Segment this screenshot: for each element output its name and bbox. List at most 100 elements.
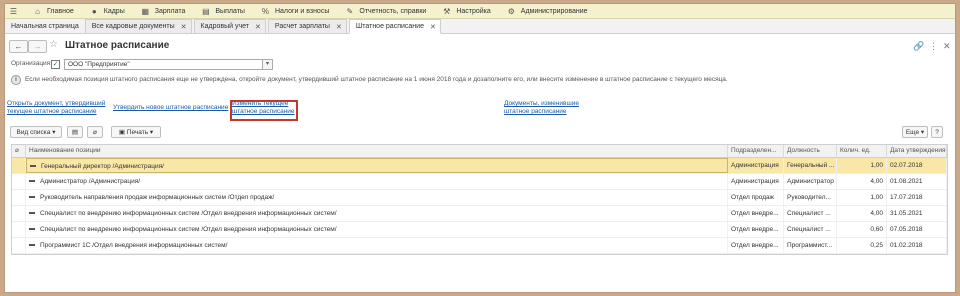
approve-new-schedule-link[interactable]: Утвердить новое штатное расписание [113, 104, 228, 112]
gear-icon: ⚙ [507, 6, 515, 16]
changing-docs-link[interactable]: Документы, изменившие штатное расписание [504, 100, 579, 116]
info-row: i Если необходимая позиция штатного расп… [5, 74, 955, 86]
chevron-down-icon[interactable]: ▾ [262, 59, 273, 70]
table-header: ⌀ Наименование позиции Подразделен... До… [12, 145, 947, 158]
more-vertical-icon[interactable]: ⋮ [929, 41, 938, 52]
tab-hr-accounting[interactable]: Кадровый учет ✕ [193, 19, 266, 33]
view-list-button[interactable]: Вид списка ▾ [10, 126, 62, 138]
forward-button[interactable]: → [28, 40, 47, 53]
list-button[interactable]: ▤ [67, 126, 83, 138]
paperclip-icon[interactable]: ⌀ [12, 145, 26, 157]
cell-date: 07.05.2018 [887, 222, 947, 237]
cell-position: Специалист ... [784, 206, 837, 221]
tab-home[interactable]: Начальная страница [5, 20, 85, 33]
print-button[interactable]: ▣ Печать ▾ [111, 126, 161, 138]
column-header-dept[interactable]: Подразделен... [728, 145, 784, 157]
chevron-down-icon: ▾ [149, 129, 154, 136]
menu-item-label: Главное [47, 7, 74, 15]
menu-item-main[interactable]: ⌂ Главное [27, 4, 84, 18]
arrow-left-icon: ← [14, 42, 23, 51]
open-approving-doc-link[interactable]: Открыть документ, утвердивший текущее шт… [7, 100, 105, 116]
table-row[interactable]: Руководитель направления продаж информац… [12, 190, 947, 206]
cell-date: 17.07.2018 [887, 190, 947, 205]
tab-bar: Начальная страница Все кадровые документ… [5, 19, 955, 34]
close-icon[interactable]: ✕ [943, 41, 951, 52]
link-line: Утвердить новое штатное расписание [113, 104, 229, 111]
toolbar: Вид списка ▾ ▤ ⌀ ▣ Печать ▾ Еще ▾ ? [5, 125, 955, 140]
percent-icon: % [261, 6, 270, 16]
paperclip-icon: ⌀ [93, 129, 97, 136]
close-icon[interactable]: ✕ [336, 23, 342, 31]
menu-item-reports[interactable]: ✎ Отчетность, справки [339, 4, 436, 18]
menu-item-label: Администрирование [520, 7, 588, 15]
tab-payroll[interactable]: Расчет зарплаты ✕ [267, 19, 347, 33]
menu-item-label: Настройка [456, 7, 491, 15]
staff-table: ⌀ Наименование позиции Подразделен... До… [11, 144, 948, 255]
dash-icon [29, 212, 35, 215]
tab-staff-schedule[interactable]: Штатное расписание ✕ [348, 19, 441, 34]
calculator-icon: ▦ [141, 6, 150, 16]
attach-button[interactable]: ⌀ [87, 126, 103, 138]
star-icon[interactable]: ☆ [49, 39, 58, 50]
wrench-icon: ⚒ [443, 6, 451, 16]
tab-label: Расчет зарплаты [274, 23, 330, 30]
link-icon[interactable]: 🔗 [913, 41, 924, 52]
printer-icon: ▣ [118, 129, 125, 136]
cell-qty: 4,00 [837, 174, 887, 189]
cell-name: Руководитель направления продаж информац… [40, 194, 275, 201]
cell-qty: 0,25 [837, 238, 887, 253]
cell-qty: 4,00 [837, 206, 887, 221]
menu-item-label: Отчетность, справки [359, 7, 427, 15]
menu-item-salary[interactable]: ▦ Зарплата [135, 4, 196, 18]
cell-name: Специалист по внедрению информационных с… [40, 210, 337, 217]
table-row[interactable]: Программист 1С /Отдел внедрения информац… [12, 238, 947, 254]
menu-item-payments[interactable]: ▤ Выплаты [195, 4, 255, 18]
close-icon[interactable]: ✕ [430, 23, 436, 31]
menu-icon: ☰ [9, 6, 18, 16]
table-row[interactable]: Администратор /Администрация/ Администра… [12, 174, 947, 190]
tab-all-hr-docs[interactable]: Все кадровые документы ✕ [84, 19, 192, 33]
link-line: текущее штатное расписание [7, 108, 97, 115]
dash-icon [30, 165, 36, 168]
cell-position: Администратор [784, 174, 837, 189]
button-label: Печать [126, 128, 149, 136]
cell-date: 01.08.2021 [887, 174, 947, 189]
organization-checkbox[interactable]: ✓ [51, 60, 60, 69]
close-icon[interactable]: ✕ [181, 23, 187, 31]
cell-dept: Администрация [728, 158, 784, 173]
menu-item-label: Кадры [103, 7, 125, 15]
table-row[interactable]: Генеральный директор /Администрация/ Адм… [12, 158, 947, 174]
arrow-right-icon: → [33, 42, 42, 51]
list-icon: ▤ [71, 129, 79, 136]
table-row[interactable]: Специалист по внедрению информационных с… [12, 206, 947, 222]
cell-position: Программист... [784, 238, 837, 253]
cell-name: Специалист по внедрению информационных с… [40, 226, 337, 233]
close-icon[interactable]: ✕ [255, 23, 261, 31]
tab-label: Штатное расписание [355, 23, 424, 30]
cell-dept: Администрация [728, 174, 784, 189]
column-header-qty[interactable]: Колич. ед. [837, 145, 887, 157]
menu-item-label: Налоги и взносы [274, 7, 330, 15]
page-title: Штатное расписание [65, 40, 170, 51]
column-header-position[interactable]: Должность [784, 145, 837, 157]
cell-dept: Отдел внедре... [728, 238, 784, 253]
menu-item-hr[interactable]: ● Кадры [84, 4, 135, 18]
column-header-date[interactable]: Дата утверждения [887, 145, 947, 157]
table-row[interactable]: Специалист по внедрению информационных с… [12, 222, 947, 238]
cell-qty: 0,60 [837, 222, 887, 237]
more-button[interactable]: Еще ▾ [902, 126, 928, 138]
cell-position: Руководител... [784, 190, 837, 205]
cell-dept: Отдел продаж [728, 190, 784, 205]
menu-item-admin[interactable]: ⚙ Администрирование [501, 4, 598, 18]
dash-icon [29, 180, 35, 183]
menu-toggle-button[interactable]: ☰ [5, 4, 27, 18]
link-line: штатное расписание [504, 108, 567, 115]
back-button[interactable]: ← [9, 40, 28, 53]
organization-field[interactable]: ООО "Предприятие" [64, 59, 266, 70]
menu-item-taxes[interactable]: % Налоги и взносы [255, 4, 339, 18]
dash-icon [29, 244, 35, 247]
menu-item-settings[interactable]: ⚒ Настройка [436, 4, 500, 18]
help-button[interactable]: ? [931, 126, 943, 138]
column-header-name[interactable]: Наименование позиции [26, 145, 728, 157]
cell-qty: 1,00 [837, 158, 887, 173]
